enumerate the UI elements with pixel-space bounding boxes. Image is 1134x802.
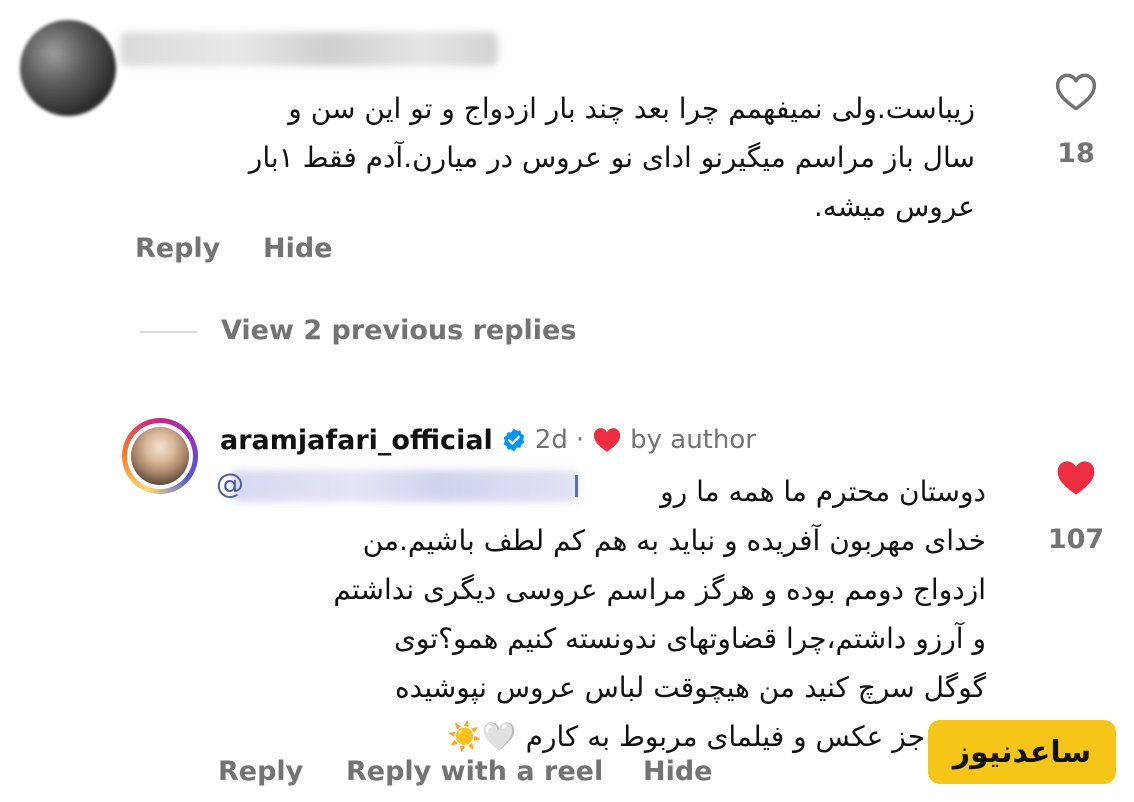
reply-button[interactable]: Reply bbox=[135, 233, 220, 264]
reply-header: aramjafari_official 2d · by author bbox=[220, 420, 756, 460]
reply-with-reel-button[interactable]: Reply with a reel bbox=[346, 756, 603, 787]
reply-line: بودم جز عکس و فیلمای مربوط به کارم bbox=[525, 720, 986, 753]
reply-line: خدای مهربون آفریده و نباید به هم کم لطف … bbox=[362, 524, 986, 557]
comment-line: سال باز مراسم میگیرنو ادای نو عروس در می… bbox=[248, 141, 975, 174]
reply-line: و آرزو داشتم،چرا قضاوتهای ندونسته کنیم ه… bbox=[393, 622, 986, 655]
author-avatar[interactable] bbox=[131, 427, 189, 485]
reply-text: دوستان محترم ما همه ما رو خدای مهربون آف… bbox=[216, 467, 986, 761]
watermark-logo: ساعدنیوز bbox=[928, 720, 1116, 784]
separator: · bbox=[575, 425, 585, 455]
timestamp: 2d bbox=[534, 425, 568, 455]
hide-button[interactable]: Hide bbox=[643, 756, 713, 787]
heart-filled-icon bbox=[593, 428, 621, 452]
reply-button[interactable]: Reply bbox=[218, 756, 303, 787]
reply-line: گوگل سرچ کنید من هیچوقت لباس عروس نپوشید… bbox=[394, 671, 986, 704]
reply-like-group: 107 bbox=[1041, 458, 1111, 555]
reply-line: دوستان محترم ما همه ما رو bbox=[660, 475, 986, 508]
verified-badge-icon bbox=[503, 428, 525, 452]
by-author-label: by author bbox=[630, 425, 756, 455]
author-username[interactable]: aramjafari_official bbox=[220, 425, 493, 456]
view-previous-replies-button[interactable]: View 2 previous replies bbox=[221, 315, 576, 346]
reply-line-last: بودم جز عکس و فیلمای مربوط به کارم 🤍☀️ bbox=[216, 712, 986, 761]
hide-button[interactable]: Hide bbox=[263, 233, 333, 264]
reply-line: ازدواج دومم بوده و هرگز مراسم عروسی دیگر… bbox=[333, 573, 986, 606]
commenter-username-blurred[interactable] bbox=[120, 32, 498, 66]
comment-like-group: 18 bbox=[1041, 72, 1111, 169]
comment-text: زیباست.ولی نمیفهمم چرا بعد چند بار ازدوا… bbox=[122, 84, 975, 231]
heart-filled-icon[interactable] bbox=[1055, 458, 1097, 498]
commenter-avatar[interactable] bbox=[20, 20, 116, 116]
comment-line: عروس میشه. bbox=[813, 190, 975, 223]
like-count: 18 bbox=[1057, 138, 1095, 169]
like-count: 107 bbox=[1047, 524, 1105, 555]
emoji-suffix: 🤍☀️ bbox=[446, 720, 517, 753]
replies-divider bbox=[140, 331, 197, 333]
heart-outline-icon[interactable] bbox=[1055, 72, 1097, 112]
comment-line: زیباست.ولی نمیفهمم چرا بعد چند بار ازدوا… bbox=[288, 92, 975, 125]
